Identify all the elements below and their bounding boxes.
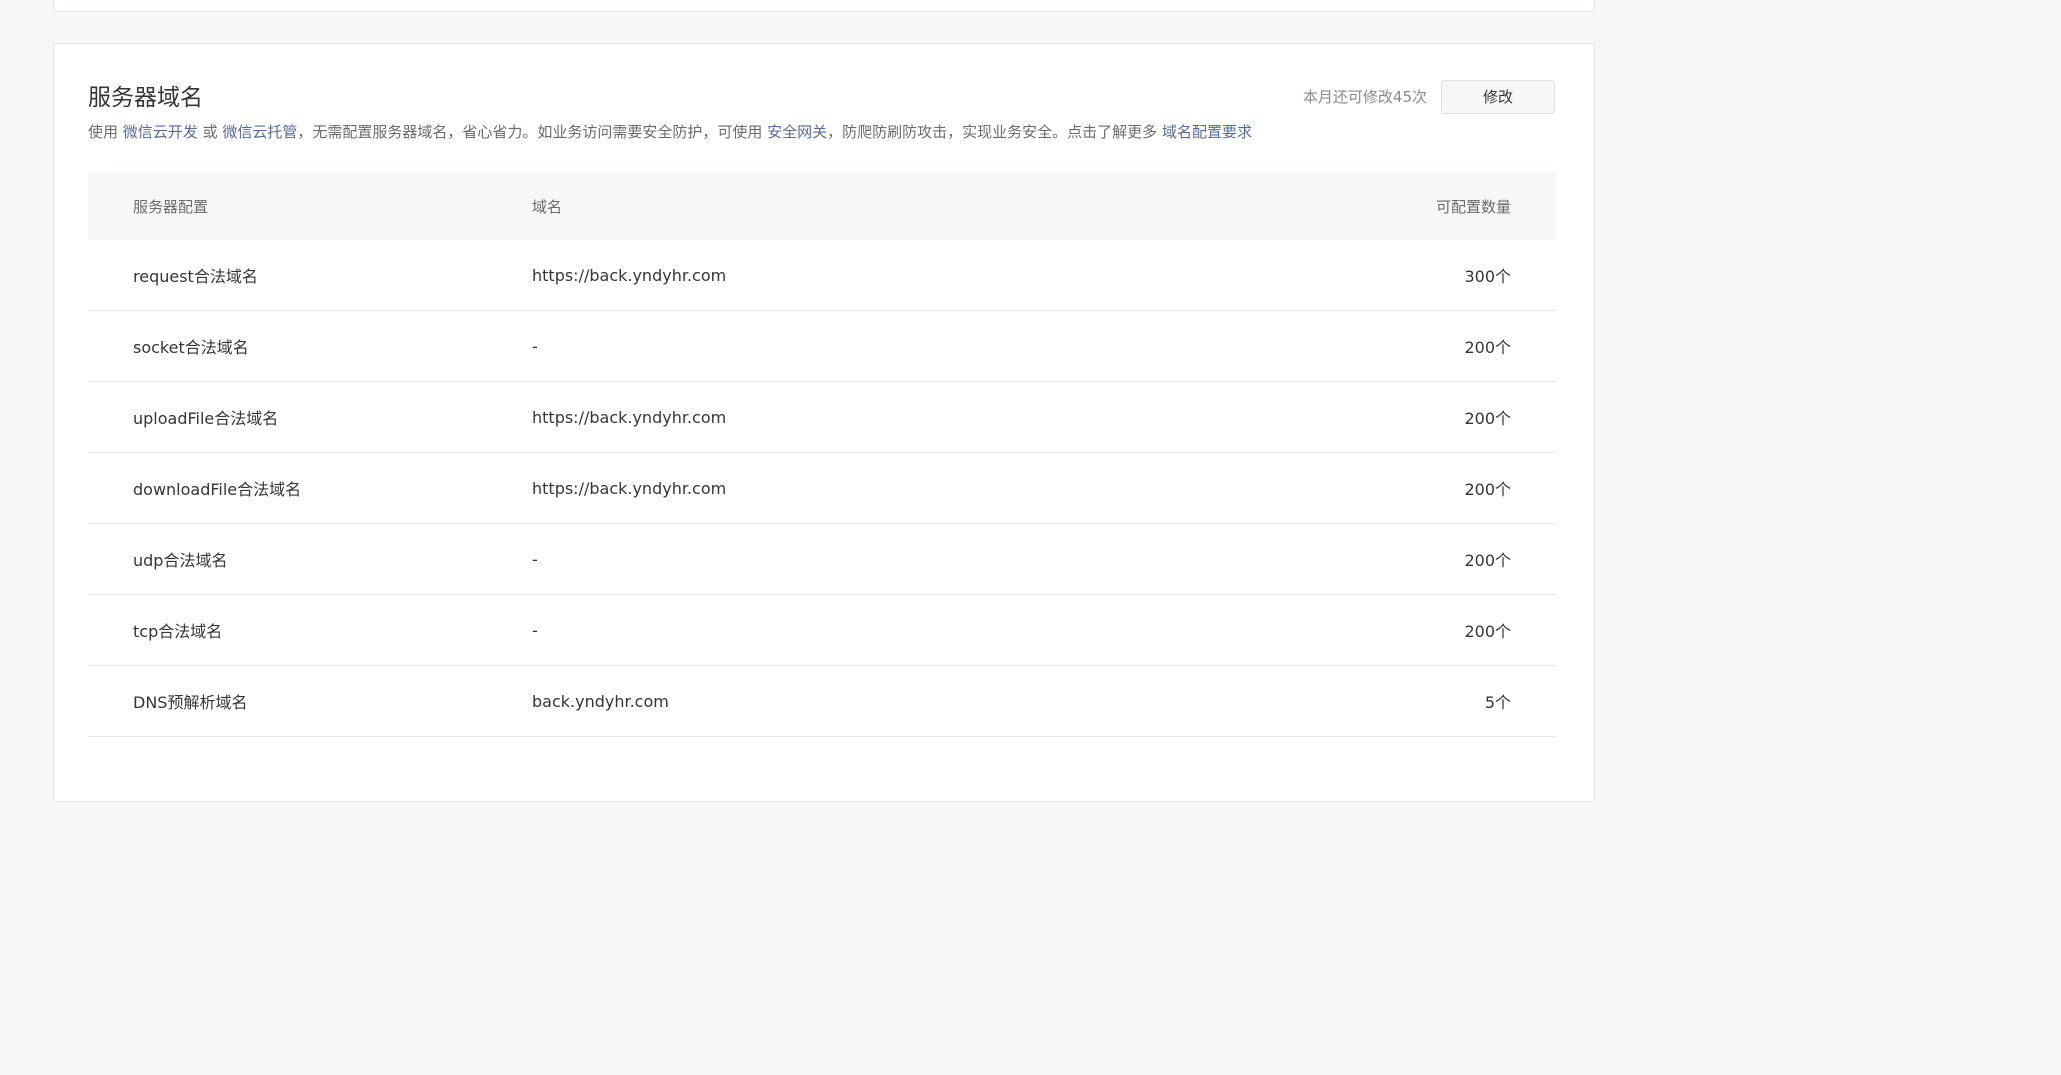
section-title: 服务器域名 [88,85,203,111]
table-row: downloadFile合法域名 https://back.yndyhr.com… [88,453,1556,524]
edit-button[interactable]: 修改 [1441,80,1555,114]
row-type: uploadFile合法域名 [133,409,279,428]
row-type: DNS预解析域名 [133,693,248,712]
row-domain: - [532,336,538,356]
row-domain: back.yndyhr.com [532,691,669,711]
table-row: tcp合法域名 - 200个 [88,595,1556,666]
remaining-edits-text: 本月还可修改45次 [1302,88,1427,106]
row-type: request合法域名 [133,267,258,286]
row-quota: 200个 [1464,622,1511,641]
row-quota: 200个 [1464,480,1511,499]
table-row: udp合法域名 - 200个 [88,524,1556,595]
security-gateway-link[interactable]: 安全网关 [767,123,827,141]
server-domain-section: 服务器域名 使用 微信云开发 或 微信云托管，无需配置服务器域名，省心省力。如业… [53,43,1595,802]
domain-table: 服务器配置 域名 可配置数量 request合法域名 https://back.… [88,172,1556,737]
table-header: 服务器配置 域名 可配置数量 [88,172,1556,240]
cloud-dev-link[interactable]: 微信云开发 [123,123,198,141]
header-quota: 可配置数量 [1435,197,1511,216]
row-domain: - [532,549,538,569]
table-row: DNS预解析域名 back.yndyhr.com 5个 [88,666,1556,737]
header-domain: 域名 [532,197,563,216]
previous-section-card [53,0,1595,12]
row-type: downloadFile合法域名 [133,480,302,499]
row-quota: 200个 [1464,409,1511,428]
description-text: ，无需配置服务器域名，省心省力。如业务访问需要安全防护，可使用 [297,123,768,141]
description-text: ，防爬防刷防攻击，实现业务安全。点击了解更多 [827,123,1162,141]
row-type: tcp合法域名 [133,622,223,641]
table-row: socket合法域名 - 200个 [88,311,1556,382]
row-domain: https://back.yndyhr.com [532,478,727,498]
row-domain: https://back.yndyhr.com [532,265,727,285]
description-text: 或 [197,123,223,141]
table-row: request合法域名 https://back.yndyhr.com 300个 [88,240,1556,311]
domain-requirements-link[interactable]: 域名配置要求 [1162,123,1252,141]
row-domain: - [532,620,538,640]
description-text: 使用 [88,123,123,141]
row-type: udp合法域名 [133,551,228,570]
cloud-hosting-link[interactable]: 微信云托管 [222,123,297,141]
header-server-config: 服务器配置 [133,197,209,216]
row-quota: 300个 [1464,267,1511,286]
row-quota: 5个 [1484,693,1511,712]
section-description: 使用 微信云开发 或 微信云托管，无需配置服务器域名，省心省力。如业务访问需要安… [88,121,1252,143]
row-type: socket合法域名 [133,338,249,357]
row-quota: 200个 [1464,551,1511,570]
table-row: uploadFile合法域名 https://back.yndyhr.com 2… [88,382,1556,453]
row-quota: 200个 [1464,338,1511,357]
row-domain: https://back.yndyhr.com [532,407,727,427]
